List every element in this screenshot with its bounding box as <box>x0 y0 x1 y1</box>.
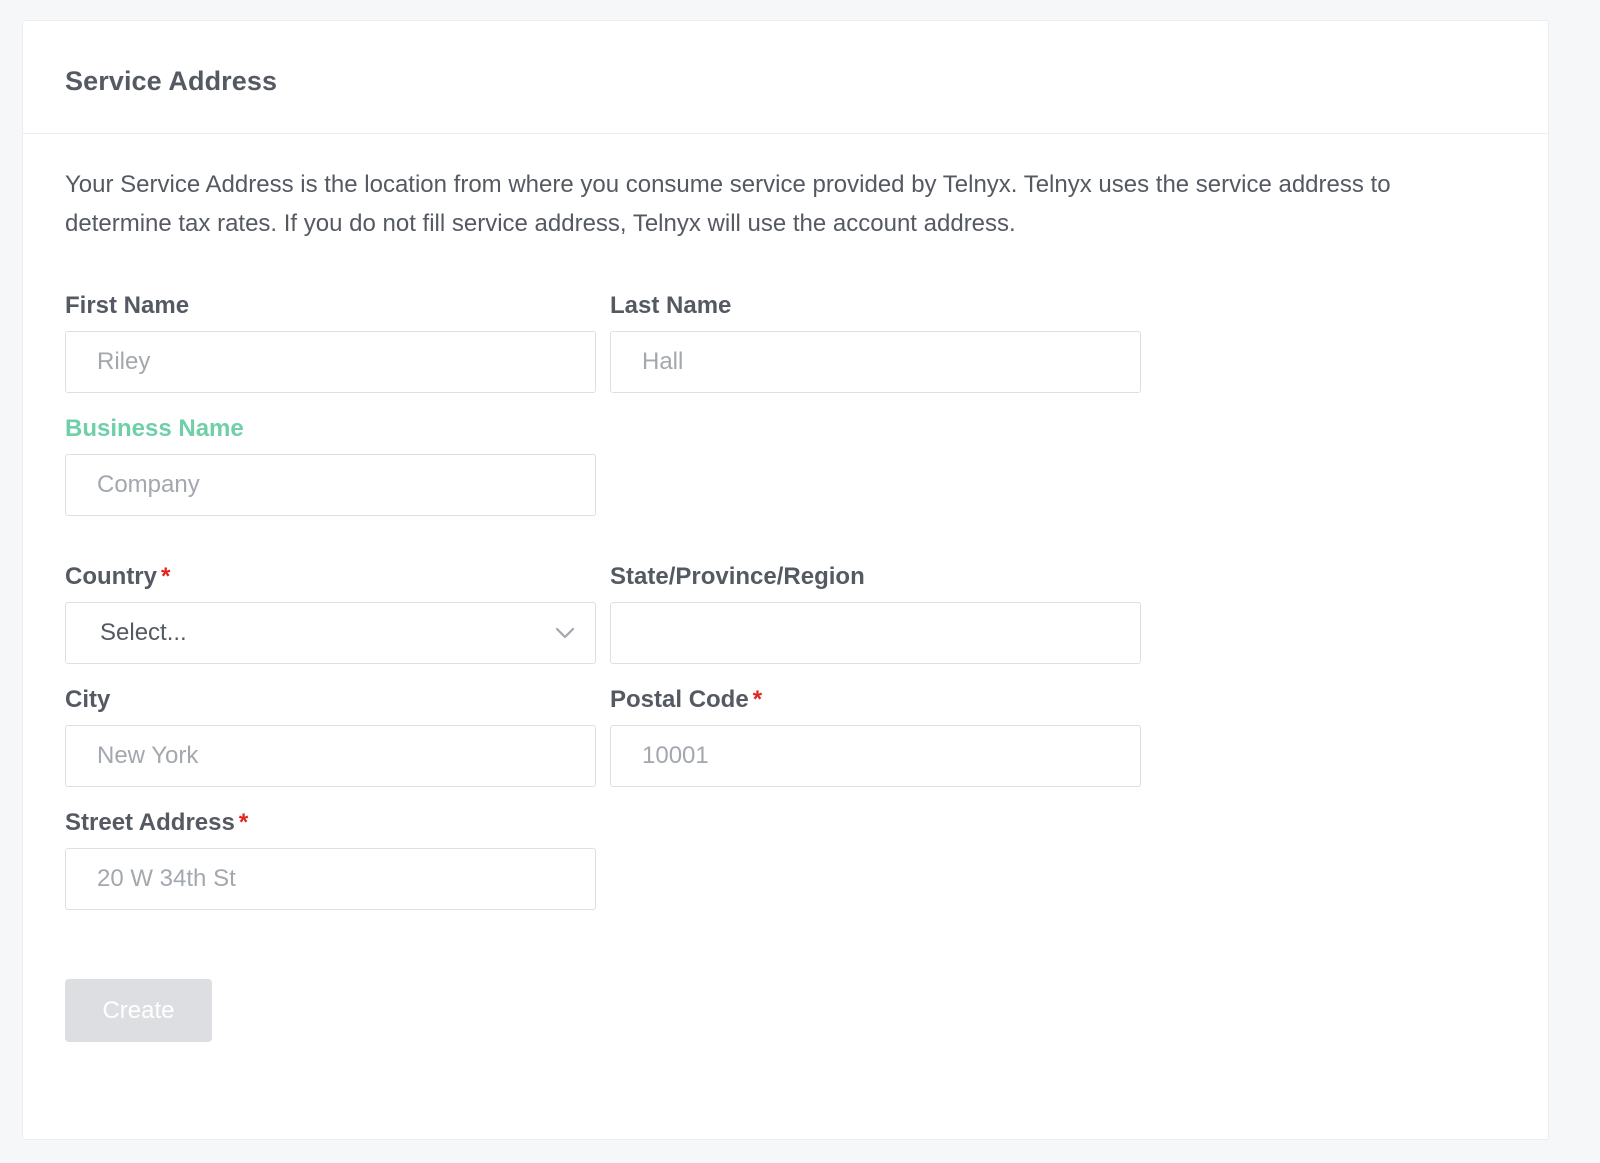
page-title: Service Address <box>65 66 278 96</box>
service-address-card: Service Address Your Service Address is … <box>22 20 1549 1140</box>
required-mark: * <box>238 809 249 836</box>
street-address-label-text: Street Address <box>65 809 235 836</box>
country-select-value: Select... <box>100 619 187 646</box>
form-description: Your Service Address is the location fro… <box>65 171 1391 237</box>
chevron-down-icon[interactable] <box>555 626 575 640</box>
country-label-text: Country <box>65 563 157 590</box>
card-header: Service Address <box>23 21 1548 134</box>
required-mark: * <box>752 686 763 713</box>
state-input[interactable] <box>610 602 1141 664</box>
postal-code-input[interactable] <box>610 725 1141 787</box>
first-name-input[interactable] <box>65 331 596 393</box>
required-mark: * <box>161 563 171 590</box>
city-label: City <box>65 686 111 713</box>
country-select[interactable]: Select... <box>65 602 596 664</box>
last-name-input[interactable] <box>610 331 1141 393</box>
country-label: Country * <box>65 563 170 591</box>
business-name-input[interactable] <box>65 454 596 516</box>
create-button[interactable]: Create <box>65 979 212 1042</box>
postal-code-label: Postal Code * <box>610 686 762 714</box>
business-name-label: Business Name <box>65 415 244 442</box>
street-address-label: Street Address * <box>65 809 248 837</box>
first-name-label: First Name <box>65 292 190 319</box>
postal-code-label-text: Postal Code <box>610 686 749 713</box>
state-label: State/Province/Region <box>610 563 865 590</box>
street-address-input[interactable] <box>65 848 596 910</box>
city-input[interactable] <box>65 725 596 787</box>
last-name-label: Last Name <box>610 292 732 319</box>
